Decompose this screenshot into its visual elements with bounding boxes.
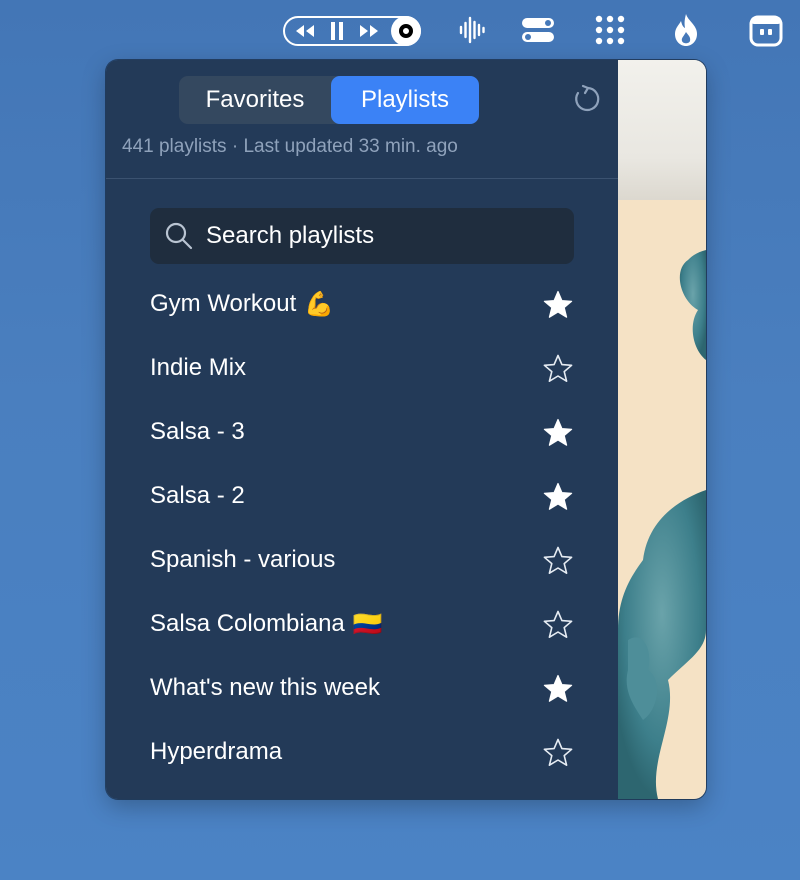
playlist-emoji: 💪 [304,290,335,318]
star-filled-icon[interactable] [542,673,574,705]
playlists-panel: Favorites Playlists 441 playlists · Last… [106,60,618,799]
star-filled-icon[interactable] [542,289,574,321]
refresh-icon[interactable] [572,84,604,116]
playlist-name: What's new this week [150,674,381,701]
pause-icon[interactable] [319,18,355,44]
album-artwork [618,60,706,799]
playlist-row[interactable]: Salsa Colombiana 🇨🇴 [150,592,574,656]
fast-forward-icon[interactable] [355,18,383,44]
playlist-emoji: 🇨🇴 [352,610,383,638]
media-controls [283,16,421,46]
rewind-icon[interactable] [291,18,319,44]
playlist-name: Spanish - various [150,546,336,573]
star-filled-icon[interactable] [542,481,574,513]
search-field[interactable] [150,208,574,264]
tab-playlists[interactable]: Playlists [331,76,479,124]
divider [106,178,618,179]
menu-bar [0,0,800,60]
playlist-name: Gym Workout [150,290,297,317]
search-icon [165,222,193,250]
star-outline-icon[interactable] [542,609,574,641]
playlist-row[interactable]: Spanish - various [150,528,574,592]
star-outline-icon[interactable] [542,737,574,769]
playlists-popover: Favorites Playlists 441 playlists · Last… [106,60,706,799]
playlist-name: Indie Mix [150,354,247,381]
robot-icon[interactable] [748,12,784,48]
tab-favorites[interactable]: Favorites [179,76,331,124]
playlist-row[interactable]: Indie Mix [150,336,574,400]
record-icon[interactable] [391,16,421,46]
playlist-name: Salsa - 3 [150,418,245,445]
star-filled-icon[interactable] [542,417,574,449]
star-outline-icon[interactable] [542,545,574,577]
playlist-name: Salsa Colombiana [150,610,345,637]
view-switcher: Favorites Playlists [179,76,479,124]
flame-icon[interactable] [670,12,702,48]
playlist-row[interactable]: Salsa - 3 [150,400,574,464]
toggles-icon[interactable] [520,14,556,46]
grid-dots-icon[interactable] [592,12,628,48]
star-outline-icon[interactable] [542,353,574,385]
playlist-row[interactable]: Gym Workout 💪 [150,272,574,336]
playlist-count-status: 441 playlists · Last updated 33 min. ago [122,136,458,157]
playlist-row[interactable]: Hyperdrama [150,720,574,784]
playlist-row[interactable]: Salsa - 2 [150,464,574,528]
playlist-list: Gym Workout 💪 Indie Mix Salsa - 3 Salsa - 2 S… [150,272,574,784]
playlist-row[interactable]: What's new this week [150,656,574,720]
search-input[interactable] [204,221,548,251]
playlist-name: Hyperdrama [150,738,283,765]
playlist-name: Salsa - 2 [150,482,245,509]
waveform-icon[interactable] [456,14,488,46]
